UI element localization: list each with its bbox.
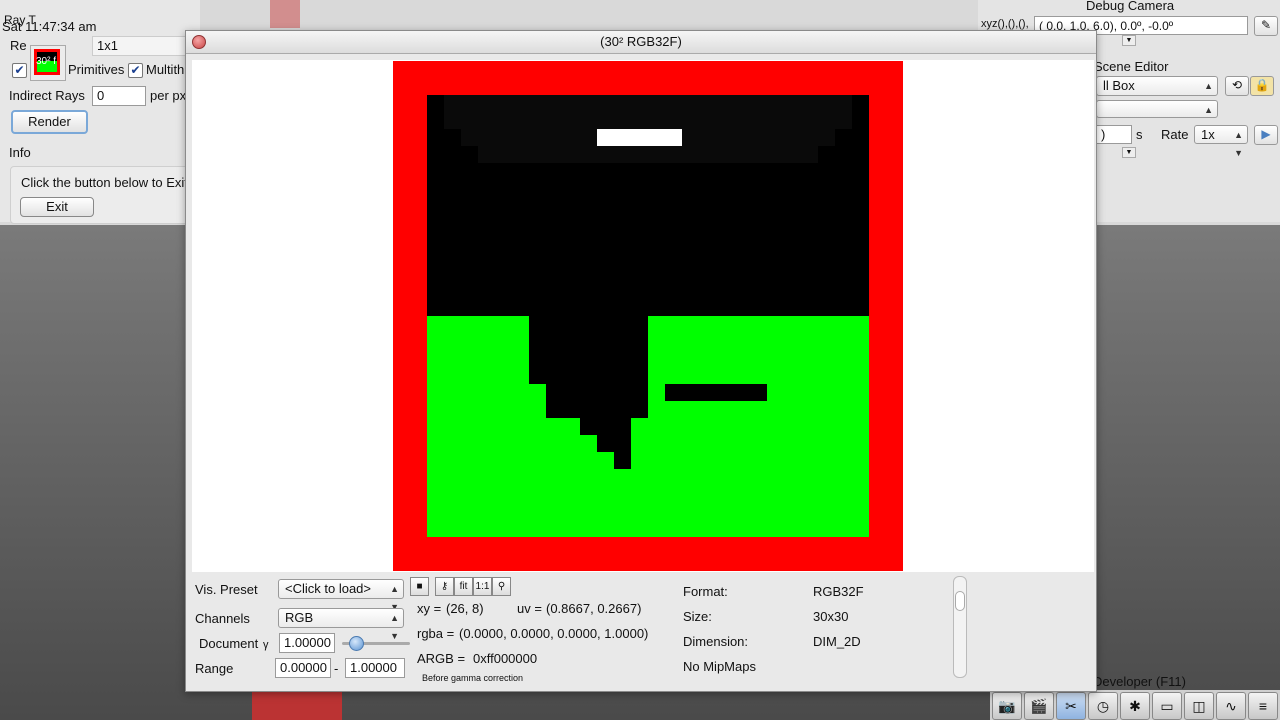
format-value: RGB32F [813, 584, 864, 599]
entity-select[interactable]: ▲▼ [1096, 100, 1218, 133]
clock-text: Sat 11:47:34 am [2, 19, 97, 34]
info-box: Click the button below to Exit Exit [10, 166, 202, 224]
vis-preset-label: Vis. Preset [195, 582, 258, 597]
render-button[interactable]: Render [11, 110, 88, 134]
format-label: Format: [683, 584, 728, 599]
scene-reload-icon[interactable]: ⟲ [1225, 76, 1249, 96]
uv-label: uv = [517, 601, 542, 616]
xy-value: (26, 8) [446, 601, 484, 616]
rgba-label: rgba = [417, 626, 455, 641]
tools-icon[interactable]: ✂ [1056, 692, 1086, 720]
light-source [597, 129, 682, 146]
xy-label: xy = [417, 601, 442, 616]
texture-inner [427, 95, 869, 537]
fit-button[interactable]: fit [454, 577, 473, 596]
green-floor [427, 316, 869, 537]
dimension-value: DIM_2D [813, 634, 861, 649]
primitives-label: Primitives [68, 62, 125, 77]
multithread-checkbox[interactable]: ✔ [128, 63, 143, 78]
windows-icon[interactable]: ◫ [1184, 692, 1214, 720]
play-icon[interactable]: ▶ [1254, 125, 1278, 145]
indirect-rays-input[interactable]: 0 [92, 86, 146, 106]
key-icon[interactable]: ⚷ [435, 577, 454, 596]
document-icon[interactable]: ≡ [1248, 692, 1278, 720]
terminal-icon[interactable]: ▭ [1152, 692, 1182, 720]
rate-label: Rate [1161, 127, 1189, 142]
gamma-note: Before gamma correction [422, 673, 524, 683]
size-value: 30x30 [813, 609, 849, 624]
graph-icon[interactable]: ∿ [1216, 692, 1246, 720]
texture-viewer-window: (30² RGB32F) Vis. Preset <Click to load>… [185, 30, 1097, 692]
shadow-bar [665, 384, 767, 401]
thumbnail-frame[interactable]: 30² f [30, 45, 66, 81]
ray-trace-panel: Ray T Sat 11:47:34 am Re 1x1 ✔ Primitive… [0, 0, 202, 224]
gamma-input[interactable]: 1.00000 [279, 633, 335, 653]
thumbnail-image: 30² f [34, 49, 60, 75]
camera-icon[interactable]: 📷 [992, 692, 1022, 720]
scene-editor-title: Scene Editor [1094, 59, 1169, 74]
scene-select[interactable]: ll Box▲▼ [1096, 76, 1218, 109]
scene-red-object [252, 690, 342, 720]
exit-button[interactable]: Exit [20, 197, 94, 217]
rate-select[interactable]: 1x ▲ ▼ [1194, 125, 1248, 158]
range-separator: - [334, 661, 339, 676]
xyz-label: xyz(),(),(), [981, 18, 1029, 30]
channels-label: Channels [195, 611, 250, 626]
camera-copy-icon[interactable]: ✎ [1254, 16, 1278, 36]
mipmaps-text: No MipMaps [683, 659, 756, 674]
scene-expand-icon[interactable]: ▼ [1122, 147, 1136, 158]
window-titlebar[interactable]: (30² RGB32F) [186, 31, 1096, 54]
argb-value: 0xff000000 [473, 651, 538, 666]
gamma-slider-handle[interactable] [349, 636, 364, 651]
scrollbar-thumb[interactable] [955, 591, 965, 611]
thumbnail-label: 30² f [36, 56, 57, 67]
multithread-label: Multith [146, 62, 185, 77]
vis-preset-select[interactable]: <Click to load> ▲ ▼ [278, 579, 404, 612]
one-to-one-button[interactable]: 1:1 [473, 577, 492, 596]
film-icon[interactable]: 🎬 [1024, 692, 1054, 720]
uv-value: (0.8667, 0.2667) [546, 601, 642, 616]
save-icon[interactable]: ■ [410, 577, 429, 596]
window-title: (30² RGB32F) [600, 34, 682, 49]
range-label: Range [195, 661, 234, 676]
info-text: Click the button below to Exit [21, 175, 188, 190]
per-px-label: per px [150, 88, 187, 103]
primitives-checkbox[interactable]: ✔ [12, 63, 27, 78]
indirect-rays-label: Indirect Rays [9, 88, 85, 103]
size-label: Size: [683, 609, 712, 624]
time-input[interactable]: ) [1096, 125, 1132, 144]
note-icon[interactable]: ✱ [1120, 692, 1150, 720]
clock-icon[interactable]: ◷ [1088, 692, 1118, 720]
scene-select-value: ll Box [1103, 78, 1135, 93]
gamma-symbol: γ [263, 639, 269, 651]
time-unit-label: s [1136, 127, 1143, 142]
pin-icon[interactable]: ⚲ [492, 577, 511, 596]
argb-label: ARGB = [417, 651, 466, 666]
debug-camera-title: Debug Camera [1086, 0, 1175, 13]
range-max-input[interactable]: 1.00000 [345, 658, 405, 678]
info-label: Info [9, 145, 31, 160]
camera-expand-icon[interactable]: ▼ [1122, 35, 1136, 46]
texture-canvas[interactable] [192, 60, 1094, 572]
range-min-input[interactable]: 0.00000 [275, 658, 331, 678]
resolution-select[interactable]: 1x1 [92, 36, 192, 56]
scene-lock-icon[interactable]: 🔒 [1250, 76, 1274, 96]
resolution-label: Re [10, 38, 27, 53]
scene-red-object-top [270, 0, 300, 28]
developer-label: Developer (F11) [1093, 674, 1186, 689]
dimension-label: Dimension: [683, 634, 749, 649]
document-label: Document [199, 636, 259, 651]
info-scrollbar[interactable] [953, 576, 967, 678]
channels-select[interactable]: RGB ▲ ▼ [278, 608, 404, 641]
rgba-value: (0.0000, 0.0000, 0.0000, 1.0000) [459, 626, 649, 641]
